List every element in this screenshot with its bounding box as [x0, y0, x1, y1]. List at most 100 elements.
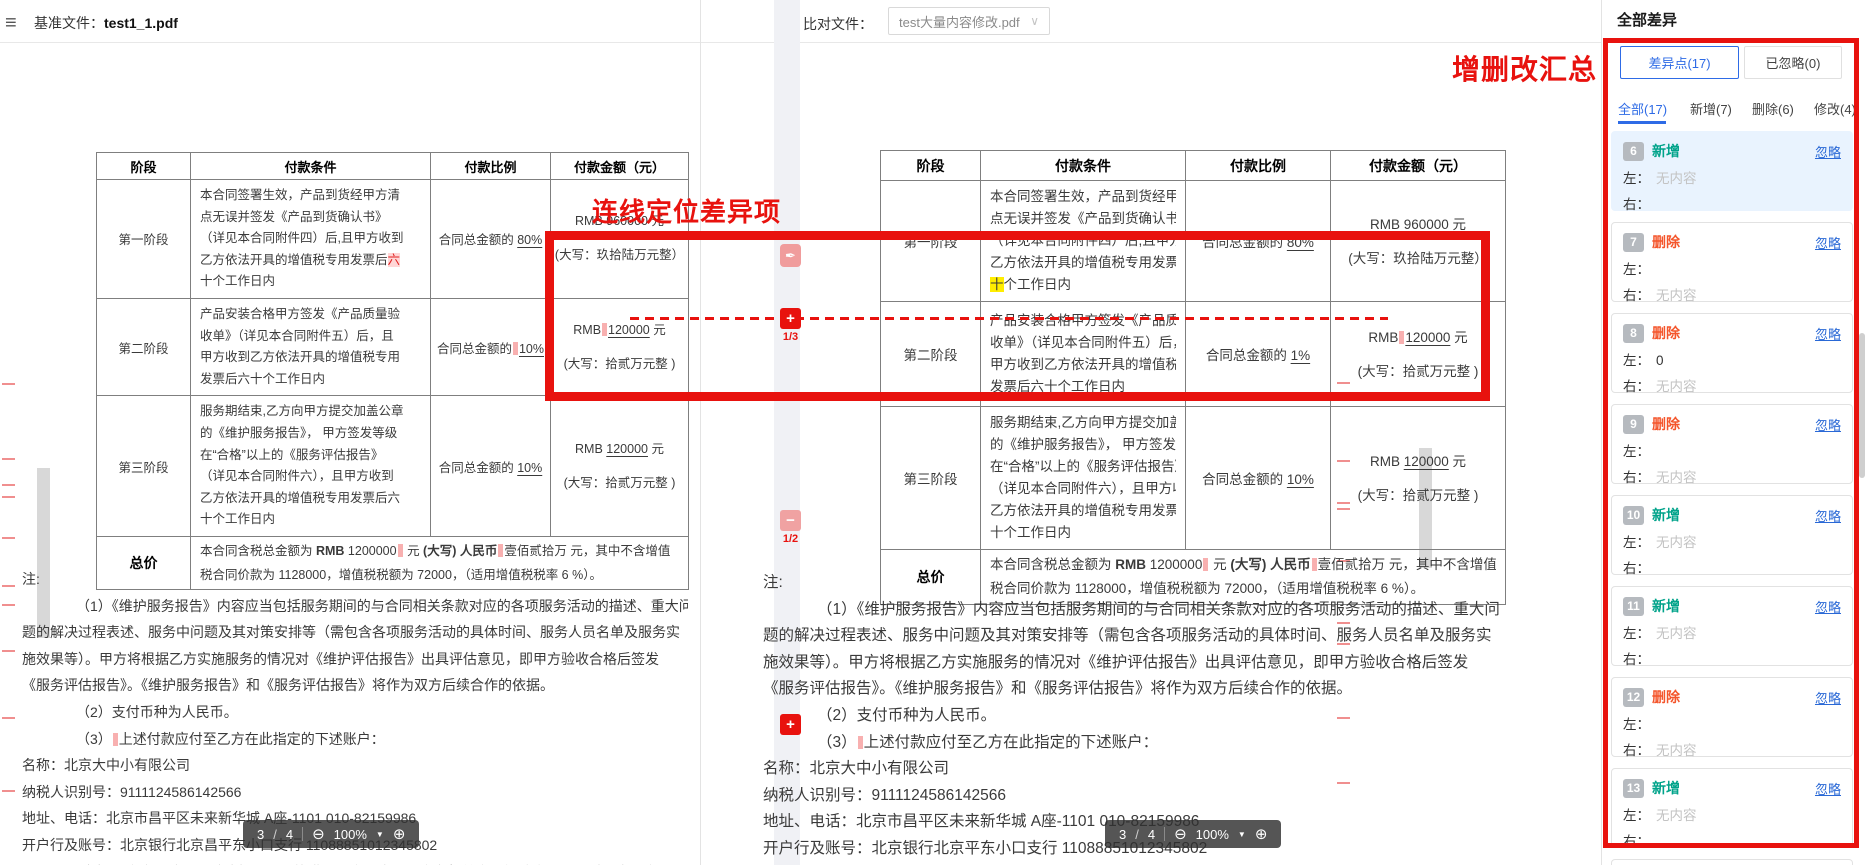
amount-line: RMB 120000 元	[551, 440, 688, 459]
ignore-link[interactable]: 忽略	[1815, 415, 1841, 434]
table-row: 第二阶段产品安装合格甲方签发《产品质量验收单》（详见本合同附件五）后，且甲方收到…	[97, 298, 689, 395]
text-segment: RMB 960000 元	[1370, 217, 1466, 232]
ignore-link[interactable]: 忽略	[1815, 597, 1841, 616]
zoom-out-icon[interactable]: ⊖	[312, 827, 325, 842]
text-segment: 施效果等）。甲方将根据乙方实施服务的情况对《维护评估报告》出具评估意见，即甲方验…	[22, 651, 659, 667]
diff-type-label: 新增	[1652, 596, 1680, 616]
side-label: 左：	[1623, 717, 1650, 732]
page-total: 4	[286, 827, 293, 842]
condition-line: 服务期结束,乙方向甲方提交加盖公章	[990, 412, 1176, 434]
table-header-row: 阶段付款条件付款比例付款金额（元）	[881, 151, 1506, 181]
table-header-cell: 阶段	[97, 153, 191, 180]
tab-ignored[interactable]: 已忽略(0)	[1744, 46, 1842, 79]
ignore-link[interactable]: 忽略	[1815, 506, 1841, 525]
text-segment: 名称：北京大中小有限公司	[22, 757, 190, 773]
condition-line: 点无误并签发《产品到货确认书》	[200, 207, 421, 229]
text-segment: 收单》（详见本合同附件五）后，且	[200, 329, 394, 343]
ignore-link[interactable]: 忽略	[1815, 324, 1841, 343]
stage-cell: 第一阶段	[881, 181, 981, 302]
condition-line: 点无误并签发《产品到货确认书》	[990, 208, 1176, 230]
expand-diff-button[interactable]: +	[780, 714, 801, 735]
filter-added[interactable]: 新增(7)	[1690, 99, 1732, 118]
text-segment: 10%	[519, 342, 544, 356]
panel-scrollbar[interactable]	[1859, 333, 1865, 478]
text-segment	[858, 736, 863, 749]
text-segment: (大写：拾贰万元整 )	[564, 357, 676, 371]
ignore-link[interactable]: 忽略	[1815, 233, 1841, 252]
diff-card[interactable]: 14删除忽略左：右：无内容	[1611, 859, 1853, 865]
text-segment	[602, 323, 607, 336]
text-segment: RMB	[573, 323, 601, 337]
diff-left-value: 左：	[1623, 713, 1841, 733]
table-header-cell: 付款金额（元）	[551, 153, 689, 180]
ignore-link[interactable]: 忽略	[1815, 688, 1841, 707]
zoom-in-icon[interactable]: ⊕	[393, 827, 406, 842]
text-segment: 的《维护服务报告》， 甲方签发等级	[990, 437, 1176, 452]
diff-mark	[2, 604, 15, 606]
pen-icon[interactable]: ✒	[780, 244, 801, 267]
diff-card[interactable]: 13新增忽略左：无内容右：	[1611, 768, 1853, 848]
text-segment	[513, 342, 518, 355]
diff-left-value: 左：0	[1623, 349, 1841, 369]
diff-index-badge: 11	[1623, 597, 1644, 616]
diff-card[interactable]: 9删除忽略左：右：无内容	[1611, 404, 1853, 484]
zoom-out-icon[interactable]: ⊖	[1174, 827, 1187, 842]
header-divider	[0, 42, 1601, 43]
note-line: （2）支付币种为人民币。	[763, 703, 1563, 730]
page-current[interactable]: 3	[257, 827, 264, 842]
compare-file-name: test大量内容修改.pdf	[899, 12, 1020, 31]
diff-card[interactable]: 12删除忽略左：右：无内容	[1611, 677, 1853, 757]
zoom-in-icon[interactable]: ⊕	[1255, 827, 1268, 842]
diff-card[interactable]: 11新增忽略左：无内容右：	[1611, 586, 1853, 666]
diff-left-value: 左：无内容	[1623, 622, 1841, 642]
text-segment: 发票后六十个工作日内	[990, 379, 1125, 394]
note-line: 施效果等）。甲方将根据乙方实施服务的情况对《维护评估报告》出具评估意见，即甲方验…	[22, 646, 688, 673]
ignore-link[interactable]: 忽略	[1815, 779, 1841, 798]
diff-card-header: 9删除忽略	[1623, 414, 1841, 434]
menu-icon[interactable]: ≡	[5, 12, 17, 35]
filter-modified[interactable]: 修改(4)	[1814, 99, 1856, 118]
table-header-cell: 付款条件	[191, 153, 431, 180]
ignore-link[interactable]: 忽略	[1815, 142, 1841, 161]
condition-line: 在“合格”以上的《服务评估报告》	[200, 445, 421, 467]
diff-mark	[2, 790, 15, 792]
diff-mark	[2, 484, 15, 486]
text-segment: (大写：拾贰万元整 )	[1358, 364, 1479, 379]
diff-card[interactable]: 10新增忽略左：无内容右：	[1611, 495, 1853, 575]
side-content: 无内容	[1656, 171, 1697, 186]
text-segment: 80%	[517, 233, 542, 247]
filter-deleted[interactable]: 删除(6)	[1752, 99, 1794, 118]
diff-card[interactable]: 6新增忽略左：无内容右：	[1611, 131, 1853, 211]
diff-index-badge: 9	[1623, 415, 1644, 434]
caret-down-icon[interactable]: ▼	[1238, 830, 1246, 839]
diff-card[interactable]: 7删除忽略左：右：无内容	[1611, 222, 1853, 302]
diff-right-value: 右：无内容	[1623, 375, 1841, 395]
condition-line: 收单》（详见本合同附件五）后，且	[990, 332, 1176, 354]
caret-down-icon[interactable]: ▼	[376, 830, 384, 839]
collapse-diff-button[interactable]: −	[780, 510, 801, 531]
filter-all[interactable]: 全部(17)	[1618, 99, 1667, 118]
expand-diff-button[interactable]: +	[780, 308, 801, 329]
amount-cell: RMB 960000 元(大写：玖拾陆万元整）	[1331, 181, 1506, 302]
side-content: 无内容	[1656, 808, 1697, 823]
page-separator: /	[1135, 827, 1139, 842]
text-segment: 十个工作日内	[200, 512, 275, 526]
text-segment: (大写：玖拾陆万元整）	[555, 248, 684, 262]
text-segment: 80%	[1287, 235, 1314, 250]
diff-index-badge: 6	[1623, 142, 1644, 161]
side-label: 右：	[1623, 743, 1650, 758]
condition-line: 产品安装合格甲方签发《产品质量验	[990, 310, 1176, 332]
note-line: 注:	[763, 570, 1563, 597]
diff-card[interactable]: 8删除忽略左：0右：无内容	[1611, 313, 1853, 393]
note-line: 《服务评估报告》。《维护服务报告》和《服务评估报告》将作为双方后续合作的依据。	[763, 676, 1563, 703]
diff-mark	[2, 496, 15, 498]
tab-diff-points[interactable]: 差异点(17)	[1620, 46, 1739, 79]
page-current[interactable]: 3	[1119, 827, 1126, 842]
pane-divider-right	[1601, 0, 1602, 865]
text-segment: 施效果等）。甲方将根据乙方实施服务的情况对《维护评估报告》出具评估意见，即甲方验…	[763, 654, 1468, 671]
condition-cell: 产品安装合格甲方签发《产品质量验收单》（详见本合同附件五）后，且甲方收到乙方依法…	[191, 298, 431, 395]
text-segment: 在“合格”以上的《服务评估报告》	[990, 459, 1176, 474]
amount-line: RMB120000 元	[551, 321, 688, 340]
compare-file-select[interactable]: test大量内容修改.pdf ∨	[888, 7, 1050, 35]
text-segment: 乙方依法开具的增值税专用发票后	[990, 255, 1176, 270]
